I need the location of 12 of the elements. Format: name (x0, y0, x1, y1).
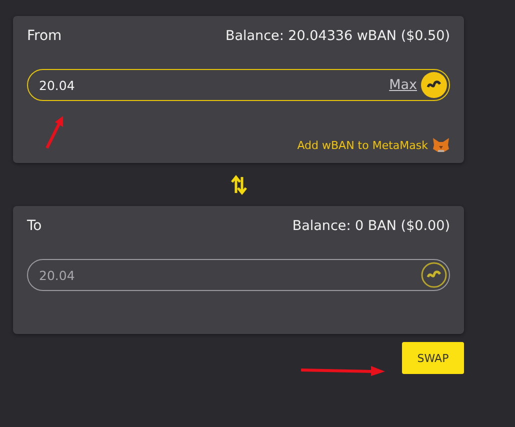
balance-text: Balance: 20.04336 wBAN ($0.50) (226, 28, 450, 44)
max-link[interactable]: Max (389, 77, 417, 93)
add-token-link[interactable]: Add wBAN to MetaMask (297, 138, 428, 152)
swap-direction-icon[interactable] (230, 174, 246, 194)
panel-label: To (27, 218, 42, 234)
balance-text: Balance: 0 BAN ($0.00) (292, 218, 450, 234)
annotation-arrow-icon (44, 116, 66, 150)
annotation-arrow-icon (301, 366, 385, 376)
amount-field[interactable]: 20.04 Max (27, 69, 450, 101)
panel-label: From (27, 28, 62, 44)
swap-button[interactable]: SWAP (402, 342, 464, 374)
fox-icon (432, 137, 450, 153)
